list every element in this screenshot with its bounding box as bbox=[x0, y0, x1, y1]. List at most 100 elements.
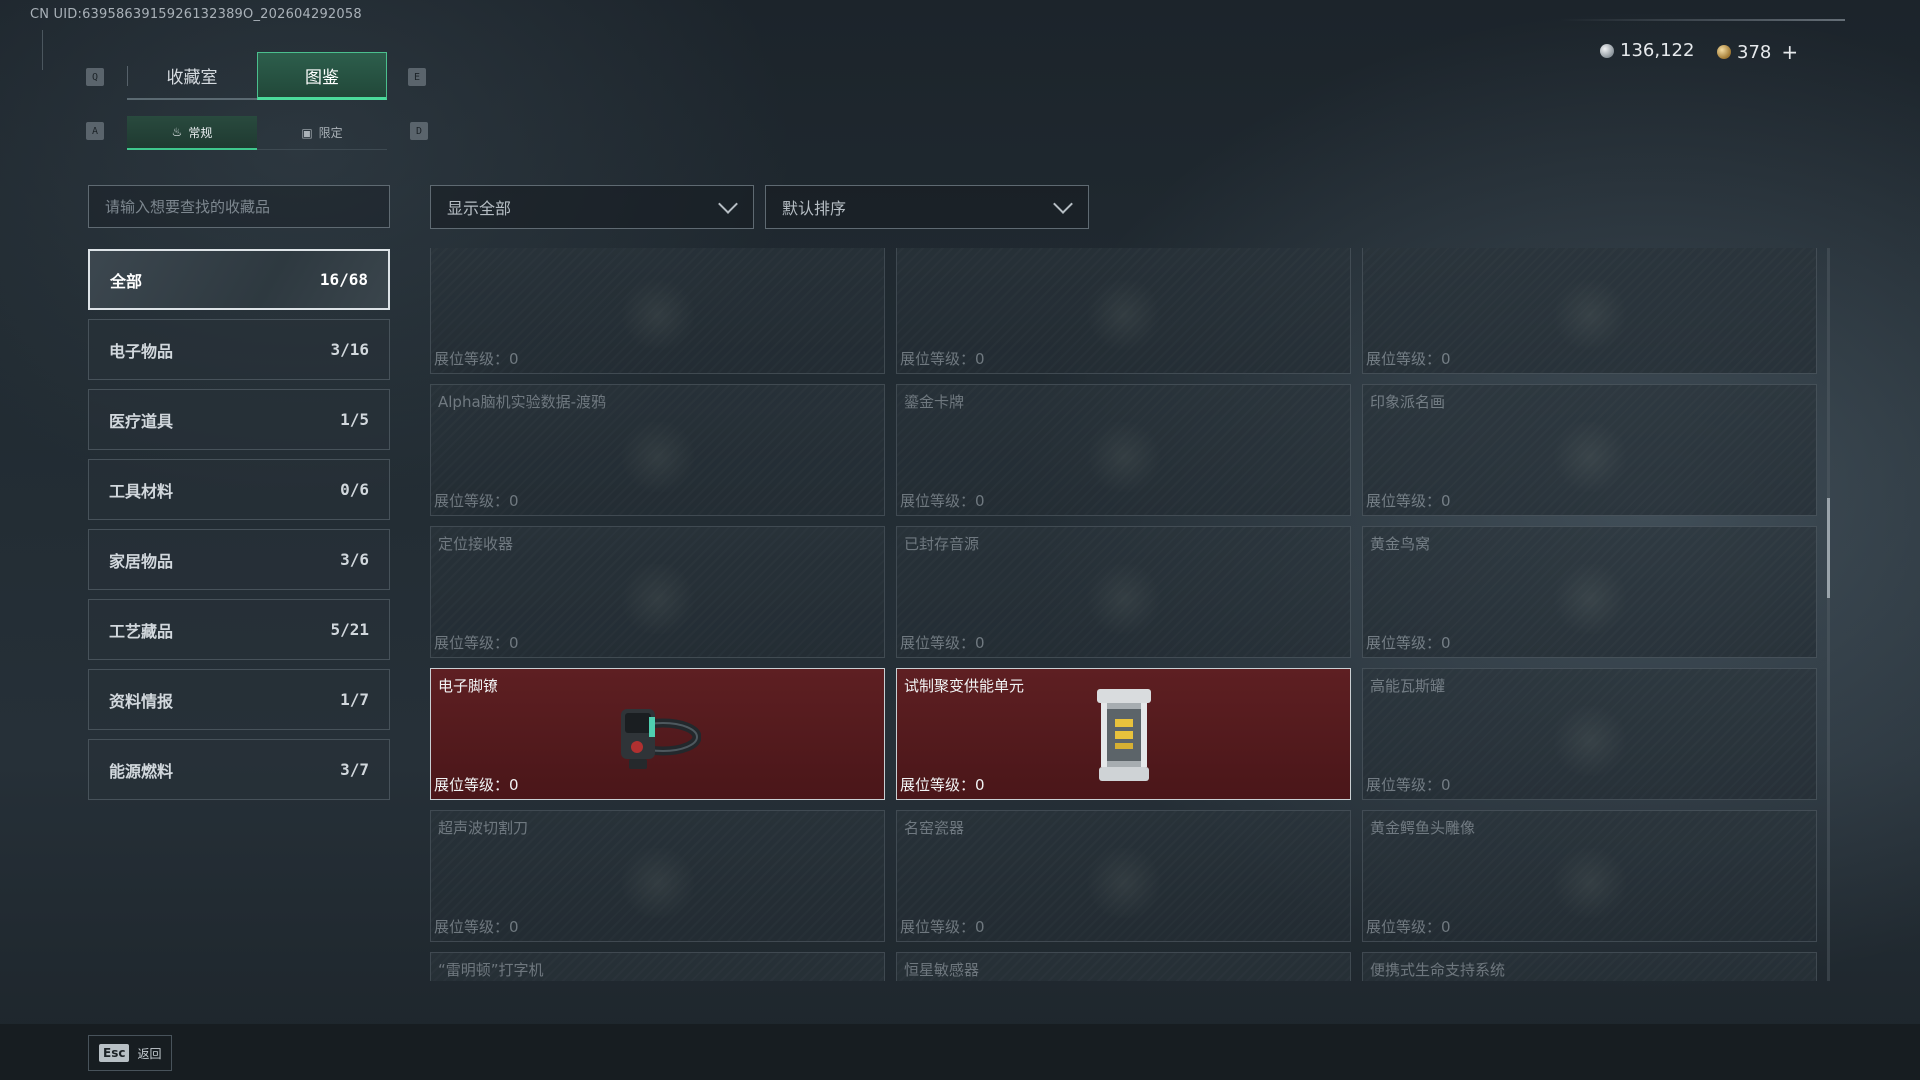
silver-amount: 136,122 bbox=[1620, 40, 1695, 61]
level-label: 展位等级： bbox=[1366, 350, 1442, 368]
item-level: 展位等级：0 bbox=[1366, 632, 1451, 653]
item-silhouette bbox=[1083, 563, 1164, 634]
level-value: 0 bbox=[509, 350, 519, 368]
item-card[interactable]: 展位等级：0 bbox=[896, 248, 1351, 374]
flame-icon: ♨ bbox=[171, 125, 183, 139]
item-card[interactable]: “雷明顿”打字机 bbox=[430, 952, 885, 981]
item-silhouette bbox=[1083, 847, 1164, 918]
item-name: 便携式生命支持系统 bbox=[1370, 961, 1506, 979]
subtab-regular[interactable]: ♨ 常规 bbox=[127, 116, 257, 150]
item-level: 展位等级：0 bbox=[434, 490, 519, 511]
item-card[interactable]: 展位等级：0 bbox=[1362, 248, 1817, 374]
item-level: 展位等级：0 bbox=[1366, 348, 1451, 369]
level-label: 展位等级： bbox=[1366, 492, 1442, 510]
item-level: 展位等级：0 bbox=[900, 632, 985, 653]
item-level: 展位等级：0 bbox=[900, 774, 985, 795]
item-name: 高能瓦斯罐 bbox=[1370, 677, 1446, 695]
item-card[interactable]: 定位接收器 展位等级：0 bbox=[430, 526, 885, 658]
category-count: 0/6 bbox=[340, 480, 369, 499]
item-silhouette bbox=[617, 279, 698, 350]
level-value: 0 bbox=[509, 918, 519, 936]
level-value: 0 bbox=[509, 492, 519, 510]
tab-codex[interactable]: 图鉴 bbox=[257, 52, 387, 100]
item-name: “雷明顿”打字机 bbox=[438, 961, 544, 979]
item-card[interactable]: 名窑瓷器展位等级：0 bbox=[896, 810, 1351, 942]
category-intel[interactable]: 资料情报 1/7 bbox=[88, 669, 390, 730]
item-name: 试制聚变供能单元 bbox=[904, 677, 1025, 695]
grid-scrollbar[interactable] bbox=[1827, 248, 1830, 981]
item-card[interactable]: 便携式生命支持系统 bbox=[1362, 952, 1817, 981]
item-level: 展位等级：0 bbox=[900, 916, 985, 937]
filter-value: 显示全部 bbox=[447, 199, 512, 218]
item-card[interactable]: 已封存音源 展位等级：0 bbox=[896, 526, 1351, 658]
item-card[interactable]: 高能瓦斯罐 展位等级：0 bbox=[1362, 668, 1817, 800]
item-card[interactable]: 试制聚变供能单元展位等级：0 bbox=[896, 668, 1351, 800]
item-card[interactable]: 恒星敏感器 bbox=[896, 952, 1351, 981]
level-label: 展位等级： bbox=[1366, 634, 1442, 652]
item-silhouette bbox=[617, 563, 698, 634]
level-value: 0 bbox=[975, 492, 985, 510]
item-card[interactable]: 黄金鳄鱼头雕像 展位等级：0 bbox=[1362, 810, 1817, 942]
category-medical[interactable]: 医疗道具 1/5 bbox=[88, 389, 390, 450]
search-input[interactable]: 请输入想要查找的收藏品 bbox=[88, 185, 390, 228]
level-value: 0 bbox=[975, 776, 985, 794]
item-card[interactable]: 印象派名画 展位等级：0 bbox=[1362, 384, 1817, 516]
item-card[interactable]: 超声波切割刀展位等级：0 bbox=[430, 810, 885, 942]
tab-separator bbox=[127, 66, 128, 86]
item-name: 鎏金卡牌 bbox=[904, 393, 965, 411]
item-silhouette bbox=[617, 421, 698, 492]
category-count: 3/7 bbox=[340, 760, 369, 779]
key-hint-a: A bbox=[86, 122, 104, 140]
item-silhouette bbox=[1549, 279, 1630, 350]
add-currency-button[interactable]: + bbox=[1781, 40, 1798, 64]
item-name: 黄金鸟窝 bbox=[1370, 535, 1431, 553]
category-label: 工艺藏品 bbox=[109, 621, 174, 641]
item-silhouette bbox=[1549, 563, 1630, 634]
category-label: 工具材料 bbox=[109, 481, 174, 501]
item-card[interactable]: 黄金鸟窝展位等级：0 bbox=[1362, 526, 1817, 658]
category-label: 全部 bbox=[110, 271, 143, 291]
chevron-down-icon bbox=[1052, 196, 1074, 218]
ankle-monitor-icon bbox=[615, 695, 701, 779]
subtab-limited[interactable]: ▣ 限定 bbox=[257, 116, 387, 150]
item-card[interactable]: Alpha脑机实验数据-渡鸦展位等级：0 bbox=[430, 384, 885, 516]
item-level: 展位等级：0 bbox=[434, 348, 519, 369]
key-hint-e: E bbox=[408, 68, 426, 86]
sort-dropdown[interactable]: 默认排序 bbox=[765, 185, 1089, 229]
category-electronics[interactable]: 电子物品 3/16 bbox=[88, 319, 390, 380]
category-count: 3/6 bbox=[340, 550, 369, 569]
level-value: 0 bbox=[1441, 492, 1451, 510]
tab-collection-room[interactable]: 收藏室 bbox=[127, 52, 257, 100]
item-card[interactable]: 电子脚镣 展位等级：0 bbox=[430, 668, 885, 800]
item-name: 名窑瓷器 bbox=[904, 819, 965, 837]
category-count: 1/7 bbox=[340, 690, 369, 709]
category-list: 全部 16/68 电子物品 3/16 医疗道具 1/5 工具材料 0/6 家居物品 3/6… bbox=[88, 249, 390, 809]
item-card[interactable]: 展位等级：0 bbox=[430, 248, 885, 374]
scrollbar-thumb[interactable] bbox=[1827, 498, 1830, 598]
category-count: 5/21 bbox=[330, 620, 369, 639]
back-button[interactable]: Esc 返回 bbox=[88, 1035, 173, 1071]
category-all[interactable]: 全部 16/68 bbox=[88, 249, 390, 310]
subtab-regular-label: 常规 bbox=[188, 125, 213, 140]
level-label: 展位等级： bbox=[434, 918, 510, 936]
silver-currency: 136,122 bbox=[1600, 40, 1694, 61]
level-value: 0 bbox=[975, 918, 985, 936]
category-crafts[interactable]: 工艺藏品 5/21 bbox=[88, 599, 390, 660]
category-household[interactable]: 家居物品 3/6 bbox=[88, 529, 390, 590]
category-tools[interactable]: 工具材料 0/6 bbox=[88, 459, 390, 520]
item-level: 展位等级：0 bbox=[434, 774, 519, 795]
level-value: 0 bbox=[1441, 918, 1451, 936]
gold-coin-icon bbox=[1717, 45, 1731, 59]
item-card[interactable]: 鎏金卡牌展位等级：0 bbox=[896, 384, 1351, 516]
item-name: 恒星敏感器 bbox=[904, 961, 980, 979]
bottom-bar bbox=[0, 1024, 1920, 1080]
item-name: Alpha脑机实验数据-渡鸦 bbox=[438, 393, 607, 411]
filter-dropdown[interactable]: 显示全部 bbox=[430, 185, 754, 229]
item-name: 超声波切割刀 bbox=[438, 819, 529, 837]
item-level: 展位等级：0 bbox=[900, 490, 985, 511]
category-energy[interactable]: 能源燃料 3/7 bbox=[88, 739, 390, 800]
level-value: 0 bbox=[509, 634, 519, 652]
level-value: 0 bbox=[975, 634, 985, 652]
level-value: 0 bbox=[1441, 634, 1451, 652]
key-hint-d: D bbox=[410, 122, 428, 140]
